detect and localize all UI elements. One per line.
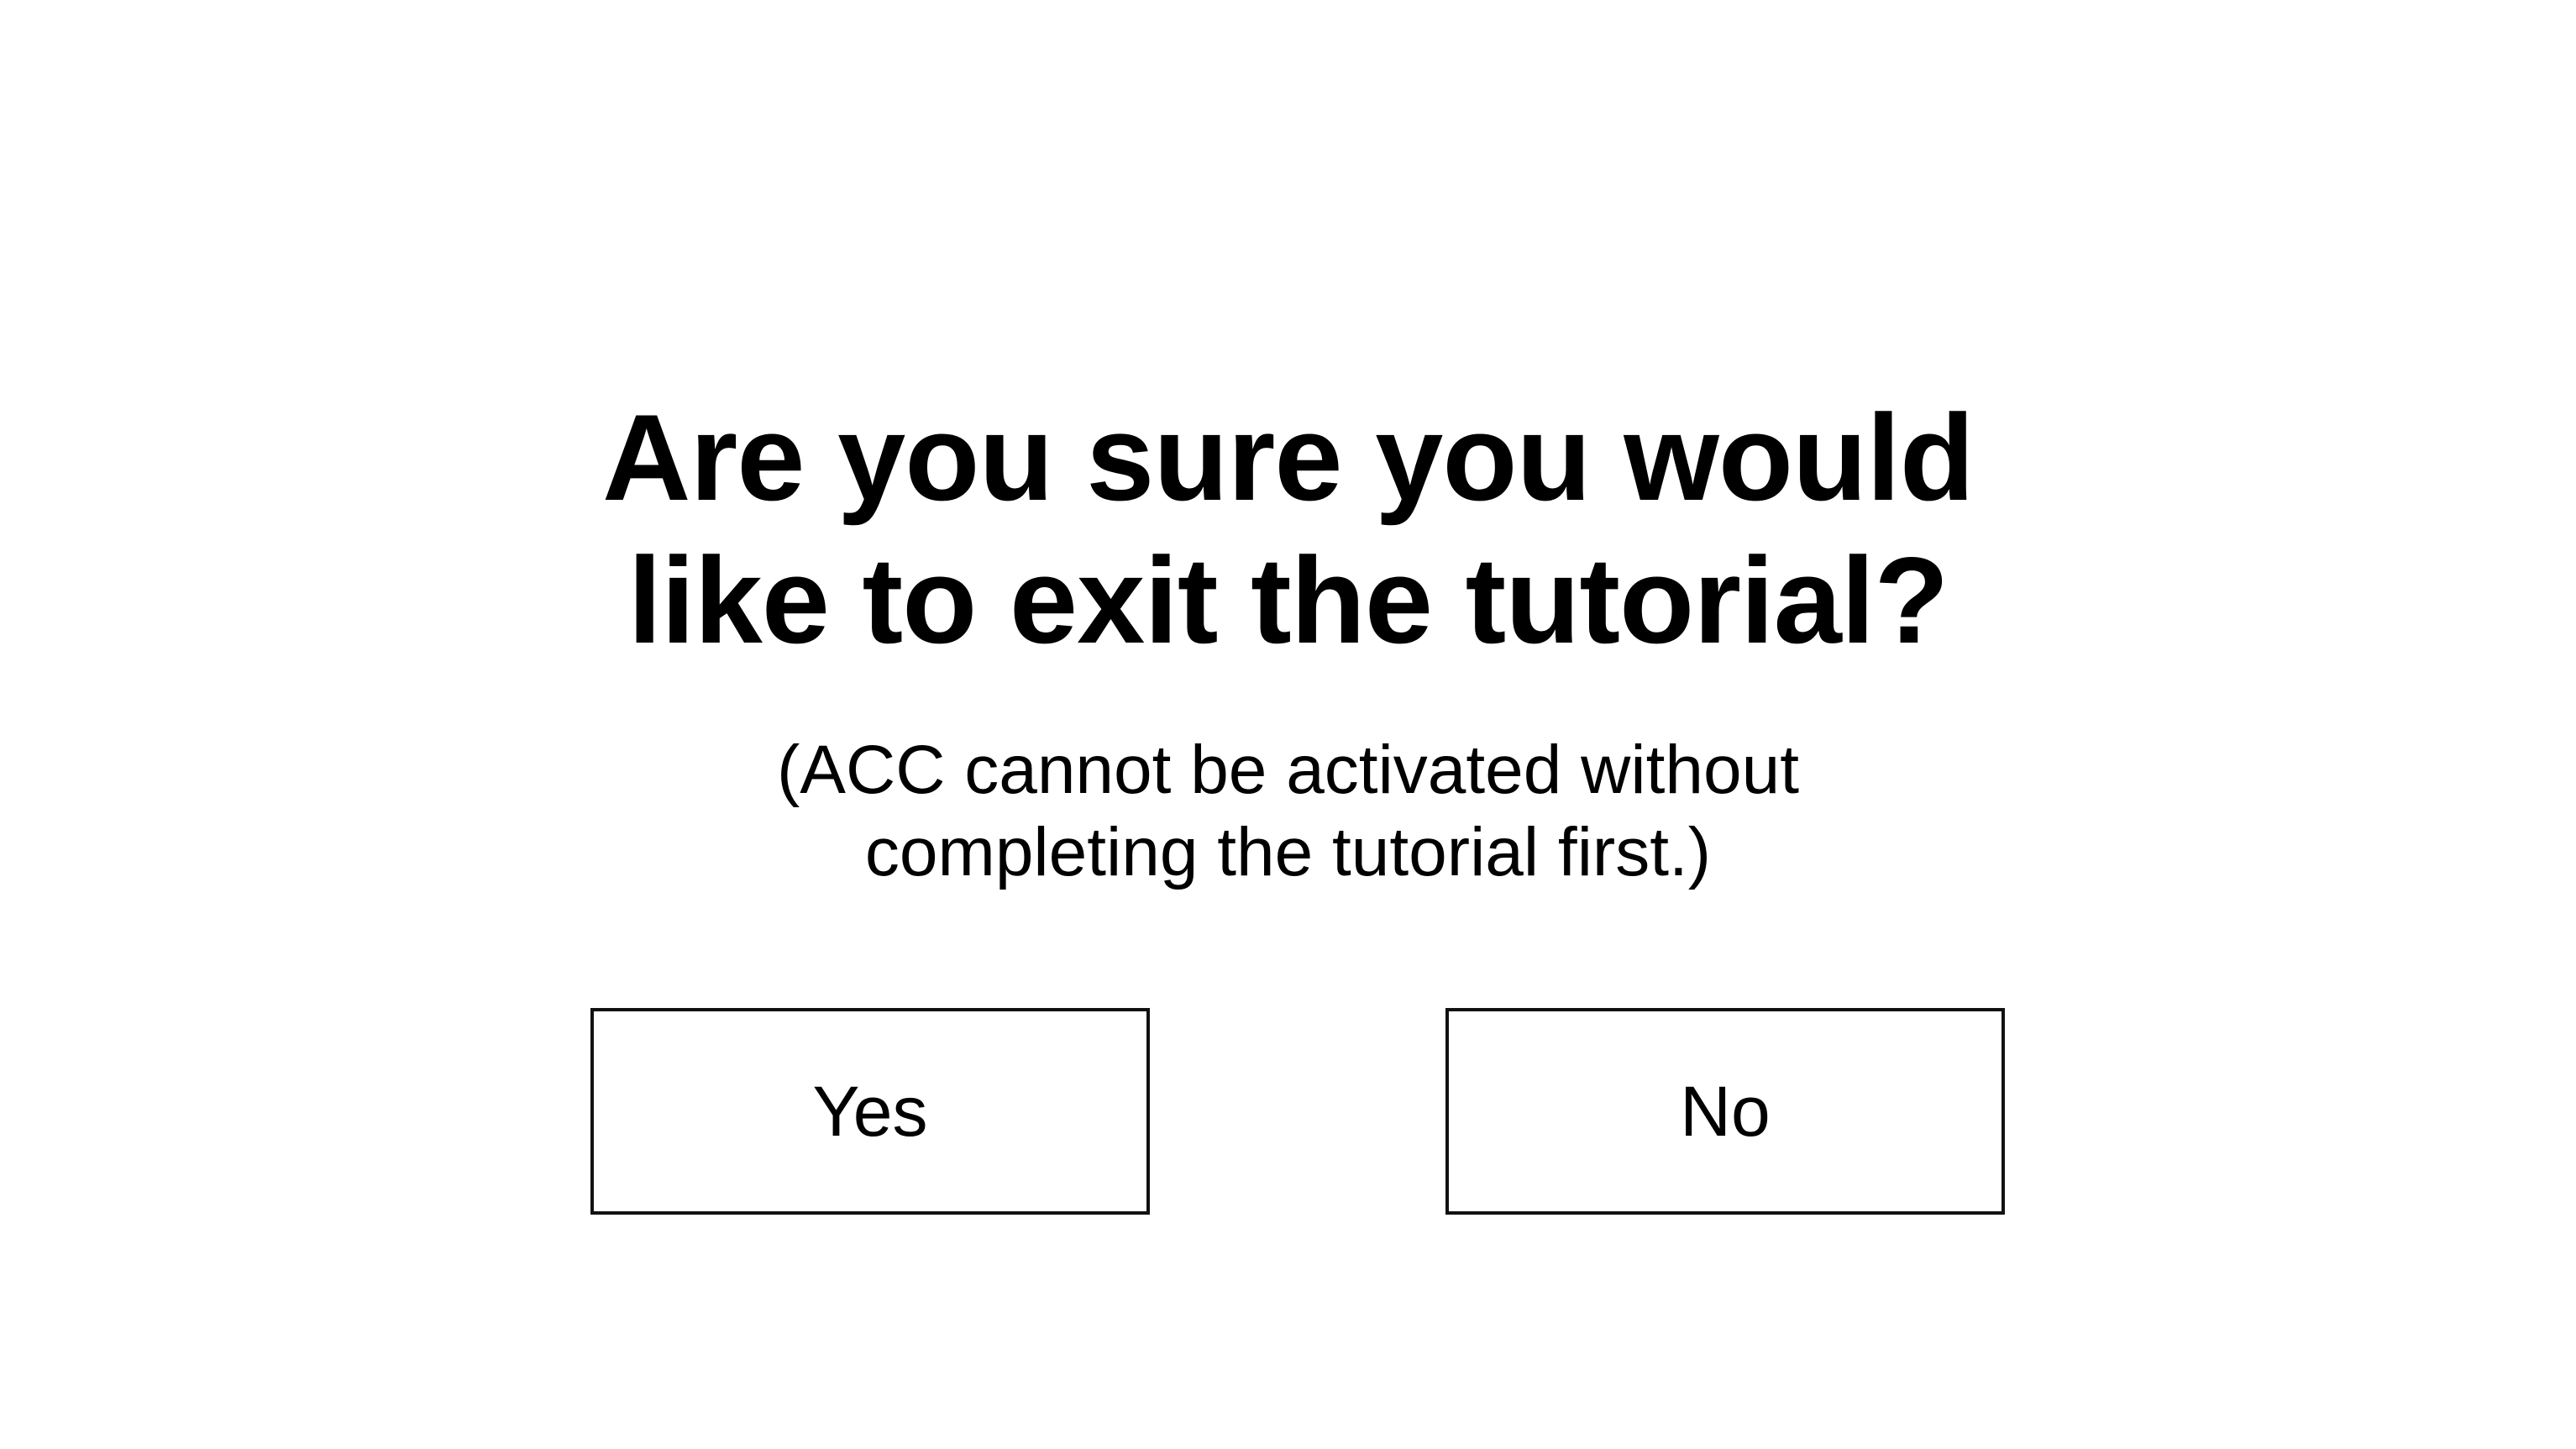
dialog-title-line-1: Are you sure you would (602, 389, 1975, 526)
dialog-title-line-2: like to exit the tutorial? (627, 532, 1949, 669)
dialog-subtitle-line-1: (ACC cannot be activated without (777, 732, 1799, 808)
dialog-subtitle-line-2: completing the tutorial first.) (864, 814, 1712, 890)
yes-button[interactable]: Yes (590, 1008, 1150, 1215)
no-button-label: No (1680, 1071, 1771, 1151)
exit-tutorial-dialog: Are you sure you would like to exit the … (0, 0, 2576, 1449)
no-button[interactable]: No (1445, 1008, 2005, 1215)
dialog-subtitle: (ACC cannot be activated without complet… (0, 729, 2576, 894)
yes-button-label: Yes (812, 1071, 928, 1151)
dialog-title: Are you sure you would like to exit the … (0, 386, 2576, 672)
